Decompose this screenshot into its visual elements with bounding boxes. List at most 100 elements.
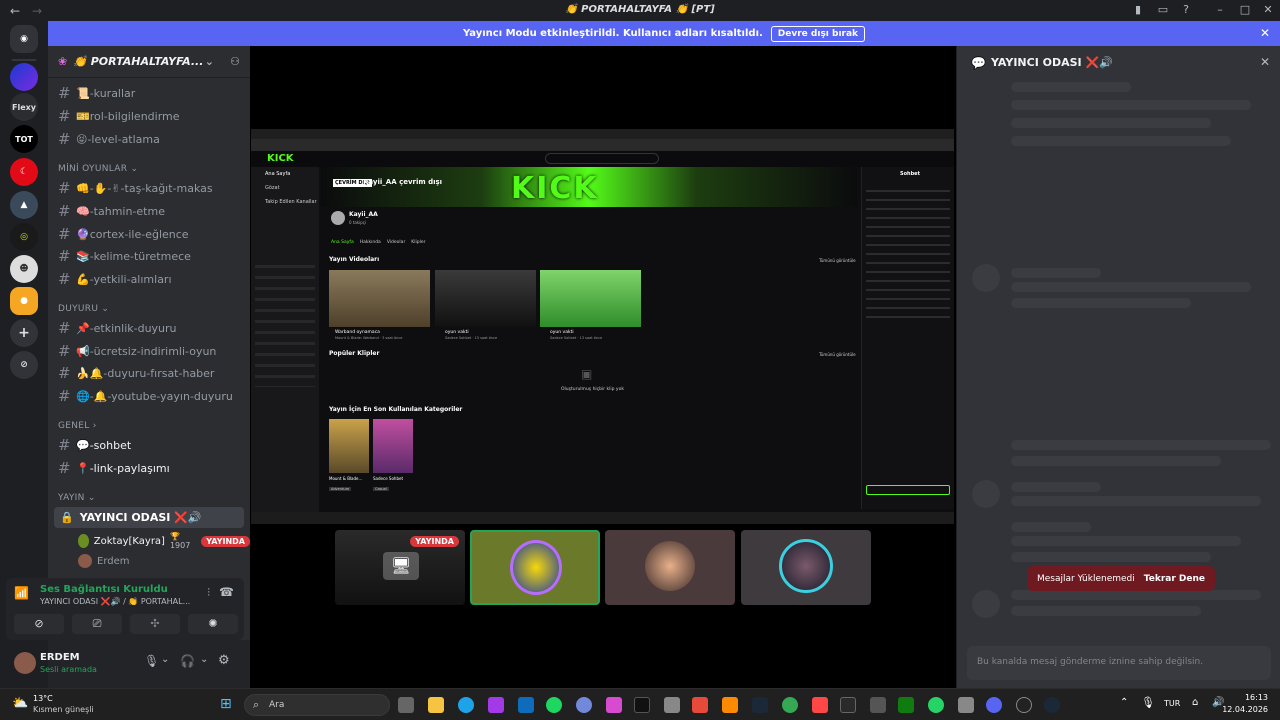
- tiktok-icon[interactable]: [634, 697, 650, 713]
- notes-icon[interactable]: [722, 697, 738, 713]
- server-icon-turkey[interactable]: ☾: [10, 158, 38, 186]
- app-icon[interactable]: [606, 697, 622, 713]
- channel-tahmin-etme[interactable]: # 🧠-tahmin-etme: [58, 202, 165, 220]
- participant-tile-user3[interactable]: [605, 530, 735, 605]
- disable-streamer-mode-button[interactable]: Devre dışı bırak: [770, 25, 866, 42]
- channel-tas-kagit-makas[interactable]: # 👊-✋-✌-taş-kağıt-makas: [58, 179, 213, 197]
- discord-active-icon[interactable]: [986, 697, 1002, 713]
- tray-mic-icon[interactable]: 🎙: [1141, 696, 1155, 709]
- vscode-icon[interactable]: [518, 697, 534, 713]
- channel-rol-bilgilendirme[interactable]: # 🎫rol-bilgilendirme: [58, 107, 180, 125]
- taskbar-search[interactable]: ⌕ Ara: [244, 694, 390, 716]
- tray-chevron-up-icon[interactable]: ⌃: [1120, 697, 1128, 708]
- activities-button[interactable]: ✣: [130, 614, 180, 634]
- help-icon[interactable]: ?: [1178, 3, 1194, 16]
- weather-text[interactable]: Kısmen güneşli: [33, 705, 94, 714]
- steam-tray-icon[interactable]: [1044, 697, 1060, 713]
- channel-sohbet[interactable]: # 💬-sohbet: [58, 436, 131, 454]
- channel-etkinlik-duyuru[interactable]: # 📌-etkinlik-duyuru: [58, 319, 177, 337]
- banner-close-icon[interactable]: ✕: [1260, 26, 1270, 40]
- store-icon[interactable]: [870, 697, 886, 713]
- screen-share-button[interactable]: ⎚: [72, 614, 122, 634]
- channel-cortex[interactable]: # 🔮cortex-ile-eğlence: [58, 225, 189, 243]
- avatar[interactable]: [14, 652, 36, 674]
- category-mini-oyunlar[interactable]: MİNİ OYUNLAR ⌄: [58, 164, 138, 174]
- clock-date[interactable]: 12.04.2026: [1222, 705, 1268, 714]
- chrome-icon[interactable]: [782, 697, 798, 713]
- discord-home-icon[interactable]: ◉: [10, 25, 38, 53]
- voice-channel-yayinci-odasi[interactable]: 🔒 YAYINCI ODASI ❌🔊: [54, 507, 244, 528]
- channel-youtube-duyuru[interactable]: # 🌐-🔔-youtube-yayın-duyuru: [58, 387, 233, 405]
- server-icon-person[interactable]: ☻: [10, 255, 38, 283]
- retry-button[interactable]: Tekrar Dene: [1144, 574, 1205, 584]
- explore-icon[interactable]: ⊘: [10, 351, 38, 379]
- channel-yetkili-alimlari[interactable]: # 💪-yetkili-alımları: [58, 270, 172, 288]
- chevron-down-icon[interactable]: ⌄: [200, 654, 208, 665]
- language-indicator[interactable]: TUR: [1164, 699, 1180, 708]
- server-header[interactable]: ❀ 👏 PORTAHALTAYFA... ⌄ ⚇: [48, 46, 250, 78]
- close-panel-icon[interactable]: ✕: [1260, 55, 1270, 69]
- settings-gear-icon[interactable]: ⚙: [218, 653, 230, 668]
- obs-icon[interactable]: [1016, 697, 1032, 713]
- server-icon-nexus[interactable]: [10, 63, 38, 91]
- discord-taskbar-icon[interactable]: [576, 697, 592, 713]
- channel-link-paylasimi[interactable]: # 📍-link-paylaşımı: [58, 459, 170, 477]
- spotify-icon[interactable]: [546, 697, 562, 713]
- ea-icon[interactable]: [812, 697, 828, 713]
- chevron-down-icon[interactable]: ⌄: [161, 654, 169, 665]
- soundboard-button[interactable]: ✺: [188, 614, 238, 634]
- hash-icon: #: [58, 247, 71, 265]
- copilot-icon[interactable]: [488, 697, 504, 713]
- edge-icon[interactable]: [458, 697, 474, 713]
- participant-tile-user4[interactable]: [741, 530, 871, 605]
- voice-user-zoktay[interactable]: Zoktay[Kayra] 🏆 1907 YAYINDA: [78, 532, 250, 550]
- channel-firsat-haber[interactable]: # 🍌🔔-duyuru-fırsat-haber: [58, 364, 214, 382]
- epic-games-icon[interactable]: [840, 697, 856, 713]
- server-icon-mountain[interactable]: ▲: [10, 191, 38, 219]
- participant-tile-screen[interactable]: 🖥 YAYINDA: [335, 530, 465, 605]
- task-view-icon[interactable]: [398, 697, 414, 713]
- microphone-icon[interactable]: 🎙: [144, 654, 159, 668]
- calculator-icon[interactable]: [664, 697, 680, 713]
- windows-start-icon[interactable]: ⊞: [220, 696, 232, 712]
- headphones-icon[interactable]: 🎧: [180, 654, 195, 668]
- minimize-icon[interactable]: –: [1212, 3, 1228, 16]
- server-icon-tot[interactable]: TOT: [10, 125, 38, 153]
- file-explorer-icon[interactable]: [428, 697, 444, 713]
- server-icon-active[interactable]: ●: [10, 287, 38, 315]
- channel-kelime-turetmece[interactable]: # 📚-kelime-türetmece: [58, 247, 191, 265]
- invite-icon[interactable]: ⚇: [230, 55, 240, 68]
- clock-time[interactable]: 16:13: [1228, 693, 1268, 702]
- screen-share-stream[interactable]: KICK Ana Sayfa Gözat Takip Edilen Kanall…: [251, 129, 954, 524]
- add-server-icon[interactable]: +: [10, 319, 38, 347]
- settings-app-icon[interactable]: [958, 697, 974, 713]
- voice-channel-path[interactable]: YAYINCI ODASI ❌🔊 / 👏 PORTAHAL...: [40, 597, 190, 606]
- inbox-icon[interactable]: ▮: [1130, 3, 1146, 16]
- channel-level-atlama[interactable]: # 😝-level-atlama: [58, 130, 160, 148]
- xbox-icon[interactable]: [898, 697, 914, 713]
- network-icon[interactable]: ⌂: [1192, 697, 1198, 708]
- weather-temp[interactable]: 13°C: [33, 694, 53, 703]
- screen-icon[interactable]: ▭: [1155, 3, 1171, 16]
- hash-icon: #: [58, 107, 71, 125]
- voice-user-erdem[interactable]: Erdem: [78, 554, 130, 568]
- steam-icon[interactable]: [752, 697, 768, 713]
- category-yayin[interactable]: YAYIN ⌄: [58, 493, 96, 503]
- close-icon[interactable]: ✕: [1260, 3, 1276, 16]
- channel-kurallar[interactable]: # 📜-kurallar: [58, 84, 135, 102]
- camera-off-button[interactable]: ⊘: [14, 614, 64, 634]
- channel-tabs: Ana Sayfa Hakkında Videolar Klipler: [331, 240, 426, 245]
- channel-ucretsiz-oyun[interactable]: # 📢-ücretsiz-indirimli-oyun: [58, 342, 216, 360]
- voice-status[interactable]: Ses Bağlantısı Kuruldu: [40, 584, 168, 595]
- category-genel[interactable]: GENEL ›: [58, 421, 97, 431]
- weather-icon[interactable]: ⛅: [12, 696, 28, 711]
- media-icon[interactable]: [692, 697, 708, 713]
- category-duyuru[interactable]: DUYURU ⌄: [58, 304, 109, 314]
- disconnect-icon[interactable]: ☎: [219, 585, 234, 599]
- participant-tile-speaking[interactable]: [470, 530, 600, 605]
- server-icon-target[interactable]: ◎: [10, 223, 38, 251]
- maximize-icon[interactable]: □: [1237, 3, 1253, 16]
- whatsapp-icon[interactable]: [928, 697, 944, 713]
- noise-suppression-icon[interactable]: ⫶: [207, 586, 210, 600]
- server-icon-flexy[interactable]: Flexy: [10, 93, 38, 121]
